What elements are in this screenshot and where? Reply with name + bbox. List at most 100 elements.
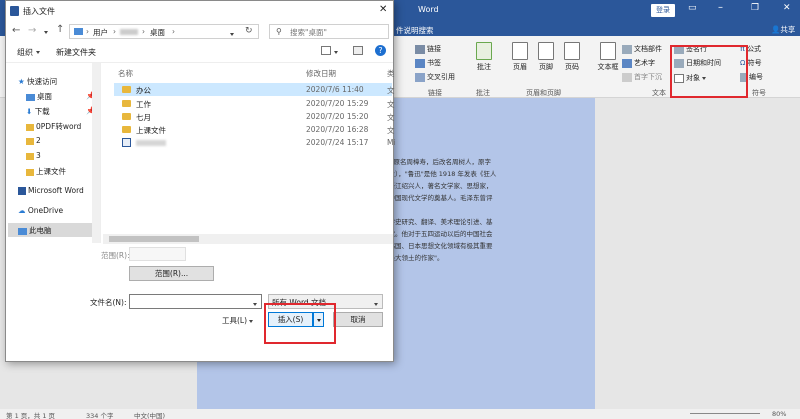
- word-app-icon: [10, 6, 19, 16]
- folder-icon: [122, 126, 131, 133]
- range-label: 范围(R):: [101, 251, 130, 260]
- minimize-icon[interactable]: –: [718, 2, 723, 13]
- column-header-name[interactable]: 名称: [118, 68, 133, 79]
- nav-item-pdf-folder[interactable]: 0PDF转word: [26, 121, 81, 132]
- symbols-group-label: 符号: [752, 89, 766, 97]
- file-list: 名称 修改日期 类 办公 2020/7/6 11:40 文 工作 2020/7/…: [114, 63, 396, 245]
- cloud-icon: ☁: [18, 206, 26, 215]
- refresh-icon[interactable]: ↻: [245, 26, 253, 36]
- nav-item-desktop[interactable]: 桌面 📌: [26, 91, 95, 102]
- view-dropdown-icon[interactable]: [334, 48, 338, 57]
- range-field[interactable]: [129, 247, 186, 261]
- folder-icon: [26, 137, 34, 145]
- drop-cap-button[interactable]: 首字下沉: [622, 72, 662, 82]
- folder-icon: [26, 123, 34, 131]
- footer-button[interactable]: 页脚: [534, 42, 558, 72]
- breadcrumb-users[interactable]: 用户: [93, 27, 108, 38]
- dialog-close-icon[interactable]: ✕: [379, 4, 387, 15]
- word-art-button[interactable]: 艺术字: [622, 58, 655, 68]
- view-options-icon[interactable]: [321, 46, 331, 55]
- file-row[interactable]: 七月 2020/7/20 15:20 文: [114, 110, 395, 123]
- tools-button[interactable]: 工具(L): [222, 315, 254, 326]
- scroll-thumb[interactable]: [109, 236, 199, 242]
- share-button[interactable]: 👤共享: [771, 24, 795, 35]
- quick-parts-icon: [622, 44, 632, 54]
- word-count: 334 个字: [86, 412, 114, 419]
- page-number-button[interactable]: 页码: [560, 42, 584, 72]
- tell-me-search[interactable]: 件说明搜索: [396, 25, 434, 36]
- blurred-username: [120, 29, 138, 35]
- zoom-slider[interactable]: [690, 413, 760, 414]
- maximize-icon[interactable]: ❐: [751, 3, 759, 13]
- quick-access-item[interactable]: ★ 快速访问: [18, 76, 57, 87]
- navigation-pane: ★ 快速访问 桌面 📌 ⬇ 下载 📌 0PDF转word 2 3 上课文件 Micr…: [6, 63, 101, 243]
- dialog-title: 插入文件: [23, 7, 55, 16]
- nav-item-3[interactable]: 3: [26, 151, 41, 160]
- search-input[interactable]: ⚲ 搜索"桌面": [269, 24, 389, 39]
- recent-chevron-icon[interactable]: [44, 28, 48, 37]
- organize-button[interactable]: 组织: [17, 47, 40, 58]
- highlight-insert-box: [264, 303, 336, 344]
- login-button[interactable]: 登录: [651, 4, 675, 17]
- new-folder-button[interactable]: 新建文件夹: [56, 47, 96, 58]
- link-button[interactable]: 链接: [415, 44, 441, 54]
- nav-item-onedrive[interactable]: ☁ OneDrive: [18, 206, 63, 215]
- highlight-object-box: [670, 45, 748, 98]
- monitor-icon: [74, 28, 83, 35]
- range-button[interactable]: 范围(R)...: [129, 266, 214, 281]
- comment-button[interactable]: 批注: [472, 42, 496, 72]
- help-icon[interactable]: ?: [375, 45, 386, 56]
- bookmark-button[interactable]: 书签: [415, 58, 441, 68]
- language-status: 中文(中国): [134, 412, 166, 419]
- forward-icon[interactable]: →: [28, 25, 36, 36]
- link-icon: [415, 44, 425, 54]
- folder-icon: [122, 100, 131, 107]
- file-list-hscrollbar[interactable]: [103, 234, 393, 244]
- dialog-title-bar: 插入文件 ✕: [6, 1, 393, 23]
- link-group-label: 链接: [428, 89, 442, 97]
- nav-item-class-files[interactable]: 上课文件: [26, 166, 66, 177]
- cross-reference-button[interactable]: 交叉引用: [415, 72, 455, 82]
- column-header-date[interactable]: 修改日期: [306, 68, 336, 79]
- nav-item-downloads[interactable]: ⬇ 下载 📌: [26, 106, 95, 117]
- breadcrumb-desktop[interactable]: 桌面: [150, 27, 165, 38]
- nav-scrollbar[interactable]: [92, 63, 100, 243]
- folder-icon: [122, 86, 131, 93]
- filename-dropdown-icon[interactable]: [253, 299, 257, 308]
- zoom-level[interactable]: 80%: [772, 410, 786, 418]
- folder-icon: [26, 168, 34, 176]
- file-row[interactable]: 工作 2020/7/20 15:29 文: [114, 97, 395, 110]
- file-row-selected[interactable]: 办公 2020/7/6 11:40 文: [114, 83, 395, 96]
- desktop-icon: [26, 93, 35, 101]
- folder-icon: [26, 152, 34, 160]
- file-row[interactable]: 2020/7/24 15:17 Mi: [114, 136, 396, 149]
- page-number-icon: [564, 42, 580, 60]
- word-art-icon: [622, 58, 632, 68]
- address-bar[interactable]: › 用户 › › 桌面 › ↻: [69, 24, 259, 39]
- text-box-button[interactable]: 文本框: [596, 42, 620, 72]
- footer-icon: [538, 42, 554, 60]
- comment-group-label: 批注: [476, 89, 490, 97]
- download-icon: ⬇: [26, 107, 33, 116]
- dialog-toolbar: 组织 新建文件夹 ?: [6, 41, 393, 63]
- word-icon: [18, 187, 26, 195]
- nav-item-word[interactable]: Microsoft Word: [18, 186, 84, 195]
- drop-cap-icon: [622, 72, 632, 82]
- search-icon: ⚲: [276, 27, 282, 36]
- quick-parts-button[interactable]: 文档部件: [622, 44, 662, 54]
- column-header-type[interactable]: 类: [387, 68, 395, 79]
- ribbon-display-icon[interactable]: ▭: [688, 3, 697, 13]
- up-icon[interactable]: ↑: [56, 24, 64, 35]
- filename-input[interactable]: [129, 294, 262, 309]
- back-icon[interactable]: ←: [12, 25, 20, 36]
- close-icon[interactable]: ✕: [783, 3, 791, 13]
- nav-item-this-pc[interactable]: 此电脑: [8, 223, 92, 237]
- preview-pane-icon[interactable]: [353, 46, 363, 55]
- nav-item-2[interactable]: 2: [26, 136, 41, 145]
- navigation-bar: ← → ↑ › 用户 › › 桌面 › ↻ ⚲ 搜索"桌面": [6, 23, 393, 41]
- cancel-button[interactable]: 取消: [333, 312, 383, 327]
- address-dropdown-icon[interactable]: [230, 29, 234, 38]
- header-button[interactable]: 页眉: [508, 42, 532, 72]
- file-row[interactable]: 上课文件 2020/7/20 16:28 文: [114, 123, 395, 136]
- person-icon: 👤: [771, 25, 781, 34]
